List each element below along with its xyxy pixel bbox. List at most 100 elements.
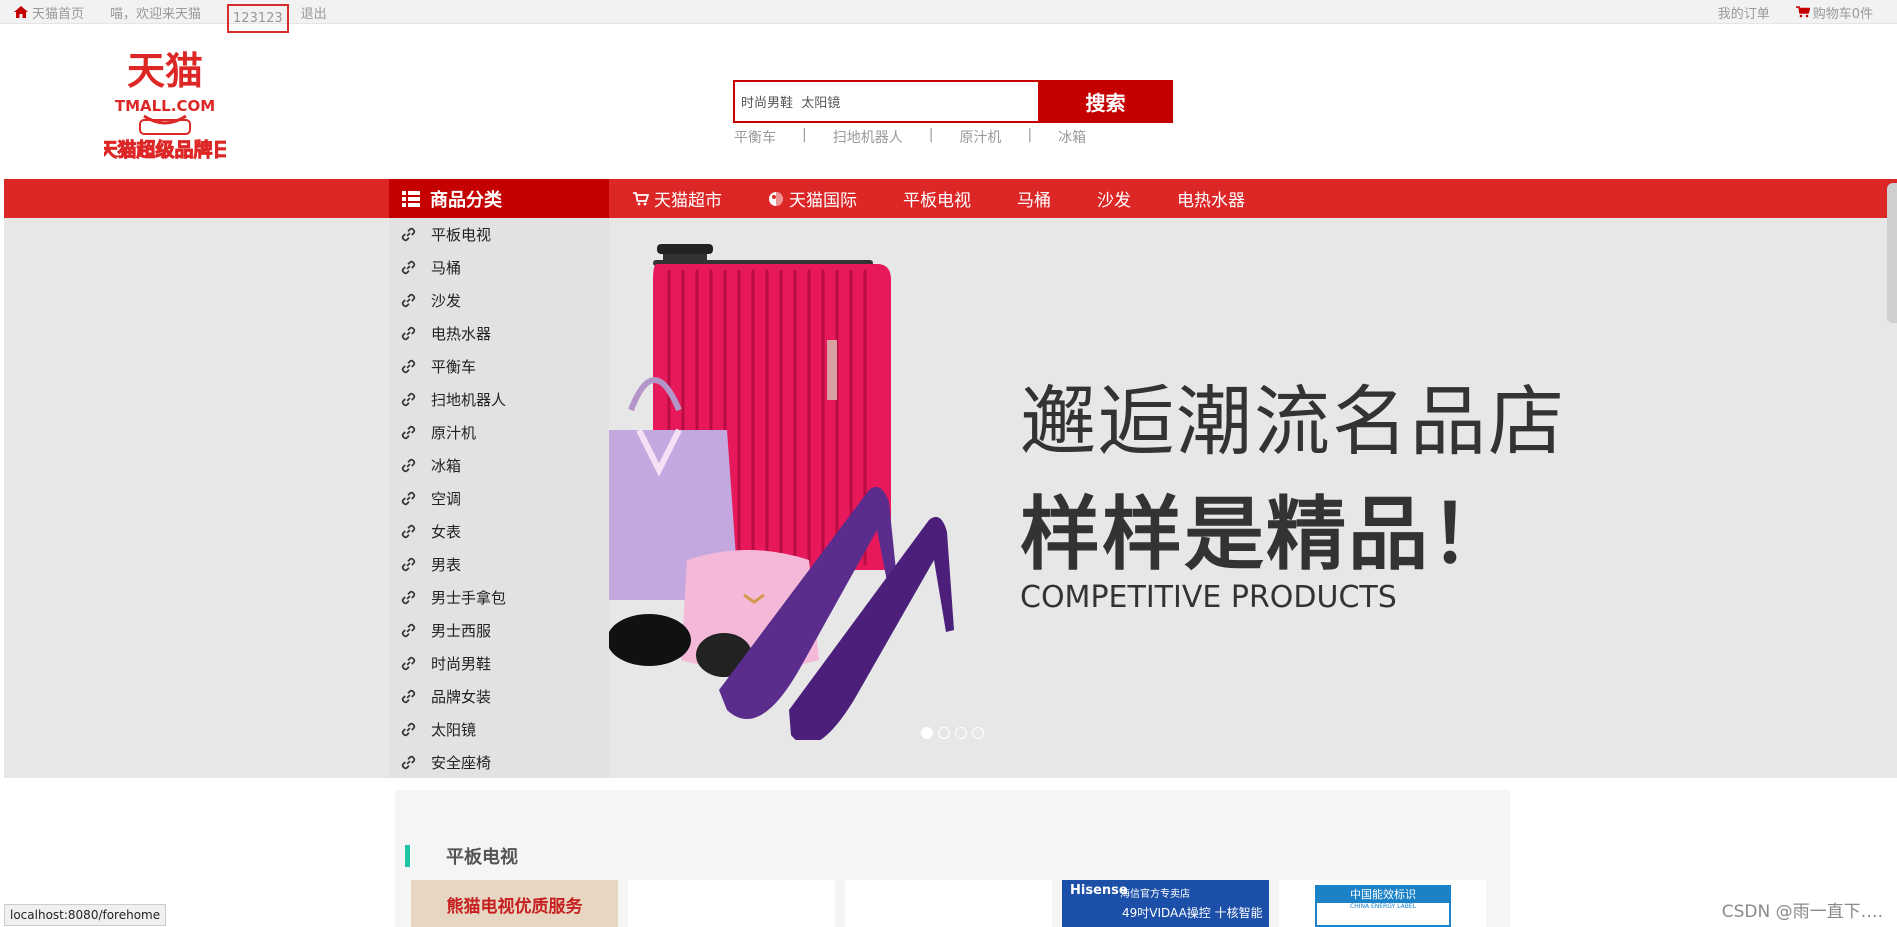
username-link[interactable]: 123123 xyxy=(227,4,289,33)
search-button[interactable]: 搜索 xyxy=(1038,80,1173,123)
category-item[interactable]: 太阳镜 xyxy=(389,713,609,746)
product-card[interactable]: 中国能效标识 CHINA ENERGY LABEL xyxy=(1279,880,1486,927)
list-icon xyxy=(402,190,420,207)
link-icon xyxy=(401,227,416,242)
carousel-dot-active[interactable] xyxy=(921,727,933,739)
category-item[interactable]: 平衡车 xyxy=(389,350,609,383)
category-item[interactable]: 电热水器 xyxy=(389,317,609,350)
category-item[interactable]: 马桶 xyxy=(389,251,609,284)
logo-slogan: 天猫超级品牌日 xyxy=(104,138,226,161)
search-input[interactable] xyxy=(733,80,1038,123)
product-card[interactable] xyxy=(628,880,835,927)
category-item[interactable]: 品牌女装 xyxy=(389,680,609,713)
category-item[interactable]: 男表 xyxy=(389,548,609,581)
nav-tmall-global[interactable]: 天猫国际 xyxy=(768,186,857,211)
product-card[interactable]: Hisense 海信官方专卖店 49吋VIDAA操控 十核智能 xyxy=(1062,880,1269,927)
my-orders-link[interactable]: 我的订单 xyxy=(1718,3,1770,22)
category-item-label: 男士西服 xyxy=(431,622,492,640)
product-card[interactable] xyxy=(845,880,1052,927)
link-icon xyxy=(401,458,416,473)
tmall-logo[interactable]: 天猫 TMALL.COM 天猫超级品牌日 xyxy=(98,48,232,166)
cart-icon xyxy=(1795,6,1810,18)
category-item[interactable]: 男士手拿包 xyxy=(389,581,609,614)
carousel-dot[interactable] xyxy=(938,727,950,739)
csdn-watermark: CSDN @雨一直下…. xyxy=(1721,902,1883,922)
energy-label-image: 中国能效标识 CHINA ENERGY LABEL xyxy=(1315,885,1451,927)
nav-toilet[interactable]: 马桶 xyxy=(1017,186,1051,211)
logout-link[interactable]: 退出 xyxy=(301,0,327,24)
floor-product-row: 熊猫电视优质服务 Hisense 海信官方专卖店 49吋VIDAA操控 十核智能… xyxy=(411,880,1486,927)
nav-tmall-supermarket[interactable]: 天猫超市 xyxy=(633,186,722,211)
hotword-link[interactable]: 原汁机 xyxy=(959,127,1001,147)
category-item[interactable]: 女表 xyxy=(389,515,609,548)
product-card[interactable]: 熊猫电视优质服务 xyxy=(411,880,618,927)
category-item-label: 时尚男鞋 xyxy=(431,655,492,673)
link-icon xyxy=(401,722,416,737)
category-item[interactable]: 空调 xyxy=(389,482,609,515)
top-bar: 天猫首页 喵，欢迎来天猫 123123 退出 我的订单 购物车0件 xyxy=(0,0,1897,33)
top-bar-left: 天猫首页 喵，欢迎来天猫 123123 退出 xyxy=(14,0,327,33)
cart-label: 购物车0件 xyxy=(1812,6,1873,22)
carousel-dot[interactable] xyxy=(955,727,967,739)
hotword-link[interactable]: 扫地机器人 xyxy=(833,127,903,147)
floor-title: 平板电视 xyxy=(446,847,518,868)
nav-link-label: 天猫国际 xyxy=(789,191,857,211)
cart-icon xyxy=(633,191,649,205)
link-icon xyxy=(401,392,416,407)
hot-search-words: 平衡车 | 扫地机器人 | 原汁机 | 冰箱 xyxy=(734,127,1086,147)
link-icon xyxy=(401,590,416,605)
category-menu-title: 商品分类 xyxy=(430,189,502,211)
hotword-link[interactable]: 平衡车 xyxy=(734,127,776,147)
category-item[interactable]: 冰箱 xyxy=(389,449,609,482)
nav-sofa[interactable]: 沙发 xyxy=(1097,186,1131,211)
category-item-label: 太阳镜 xyxy=(431,721,477,739)
category-item-label: 扫地机器人 xyxy=(431,391,507,409)
category-item-label: 男表 xyxy=(431,556,462,574)
hotword-link[interactable]: 冰箱 xyxy=(1058,127,1086,147)
banner-slogan-line2: 样样是精品！ xyxy=(1020,488,1512,581)
product-card-banner-text: 熊猫电视优质服务 xyxy=(446,897,583,917)
category-menu-header[interactable]: 商品分类 xyxy=(389,179,609,218)
carousel-dot[interactable] xyxy=(972,727,984,739)
product-tagline: 49吋VIDAA操控 十核智能 xyxy=(1122,906,1263,920)
top-bar-right: 我的订单 购物车0件 xyxy=(1718,0,1873,24)
nav-flat-tv[interactable]: 平板电视 xyxy=(903,186,971,211)
search-bar: 搜索 xyxy=(733,80,1173,123)
category-item-label: 电热水器 xyxy=(431,325,492,343)
floor-accent-bar xyxy=(405,845,410,867)
browser-status-url: localhost:8080/forehome xyxy=(4,904,167,926)
category-item[interactable]: 沙发 xyxy=(389,284,609,317)
nav-water-heater[interactable]: 电热水器 xyxy=(1177,186,1245,211)
home-icon xyxy=(14,6,28,18)
welcome-text: 喵，欢迎来天猫 xyxy=(110,6,202,22)
category-item-label: 安全座椅 xyxy=(431,754,492,772)
globe-icon xyxy=(769,191,783,206)
tmall-logo-image: 天猫 TMALL.COM 天猫超级品牌日 xyxy=(98,49,232,162)
banner-slogan-line1: 邂逅潮流名品店 xyxy=(1020,377,1566,466)
energy-label-en: CHINA ENERGY LABEL xyxy=(1350,903,1416,910)
side-scroll-tab[interactable] xyxy=(1887,183,1897,323)
home-link-label: 天猫首页 xyxy=(32,6,85,22)
hotword-separator: | xyxy=(1027,127,1033,143)
carousel-indicators xyxy=(921,727,984,739)
category-item[interactable]: 平板电视 xyxy=(389,218,609,251)
category-item[interactable]: 扫地机器人 xyxy=(389,383,609,416)
category-item[interactable]: 原汁机 xyxy=(389,416,609,449)
category-item[interactable]: 安全座椅 xyxy=(389,746,609,779)
category-list: 平板电视马桶 沙发电热水器平衡车扫地机器人原汁机冰箱 空调 女表男表男士手拿包男士西服… xyxy=(389,218,609,778)
category-item[interactable]: 男士西服 xyxy=(389,614,609,647)
category-item-label: 原汁机 xyxy=(431,424,477,442)
category-item[interactable]: 时尚男鞋 xyxy=(389,647,609,680)
link-icon xyxy=(401,359,416,374)
nav-link-label: 天猫超市 xyxy=(654,191,722,211)
hotword-separator: | xyxy=(802,127,807,143)
floor-heading: 平板电视 xyxy=(405,843,518,869)
category-item-label: 平板电视 xyxy=(431,226,492,244)
cart-link[interactable]: 购物车0件 xyxy=(1795,3,1873,22)
banner-product-image[interactable] xyxy=(609,240,979,740)
category-item-label: 男士手拿包 xyxy=(431,589,507,607)
logo-title: 天猫 xyxy=(127,49,203,93)
logo-domain: TMALL.COM xyxy=(115,97,215,115)
home-link[interactable]: 天猫首页 xyxy=(14,0,84,24)
link-icon xyxy=(401,524,416,539)
